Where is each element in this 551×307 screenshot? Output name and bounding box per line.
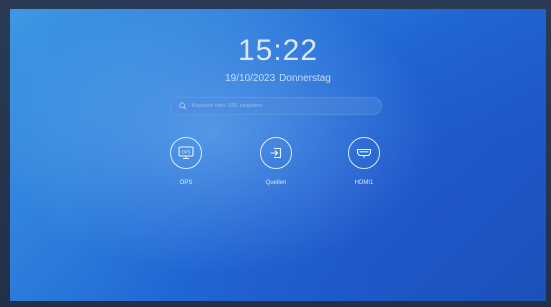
source-hdmi1-label: HDMI1 bbox=[354, 180, 374, 186]
display-bezel: 15:22 19/10/2023 Donnerstag Keyword oder … bbox=[0, 0, 551, 307]
hdmi-icon bbox=[348, 137, 380, 169]
clock-time: 15:22 bbox=[237, 34, 319, 67]
search-icon bbox=[178, 101, 188, 111]
date-row: 19/10/2023 Donnerstag bbox=[10, 73, 546, 84]
ops-icon: OPS bbox=[170, 137, 202, 169]
input-source-icon bbox=[260, 137, 292, 169]
search-bar[interactable]: Keyword oder URL eingeben bbox=[170, 97, 382, 115]
source-quellen-button[interactable]: Quellen bbox=[246, 137, 306, 186]
date-text: 19/10/2023 bbox=[225, 73, 276, 84]
source-ops-label: OPS bbox=[179, 180, 193, 186]
source-hdmi1-button[interactable]: HDMI1 bbox=[334, 137, 394, 186]
home-screen: 15:22 19/10/2023 Donnerstag Keyword oder … bbox=[10, 9, 546, 301]
source-ops-button[interactable]: OPS OPS bbox=[156, 137, 216, 186]
search-input-placeholder: Keyword oder URL eingeben bbox=[192, 103, 263, 109]
weekday-text: Donnerstag bbox=[279, 73, 331, 84]
source-quellen-label: Quellen bbox=[265, 180, 287, 186]
ops-icon-text: OPS bbox=[182, 149, 191, 154]
